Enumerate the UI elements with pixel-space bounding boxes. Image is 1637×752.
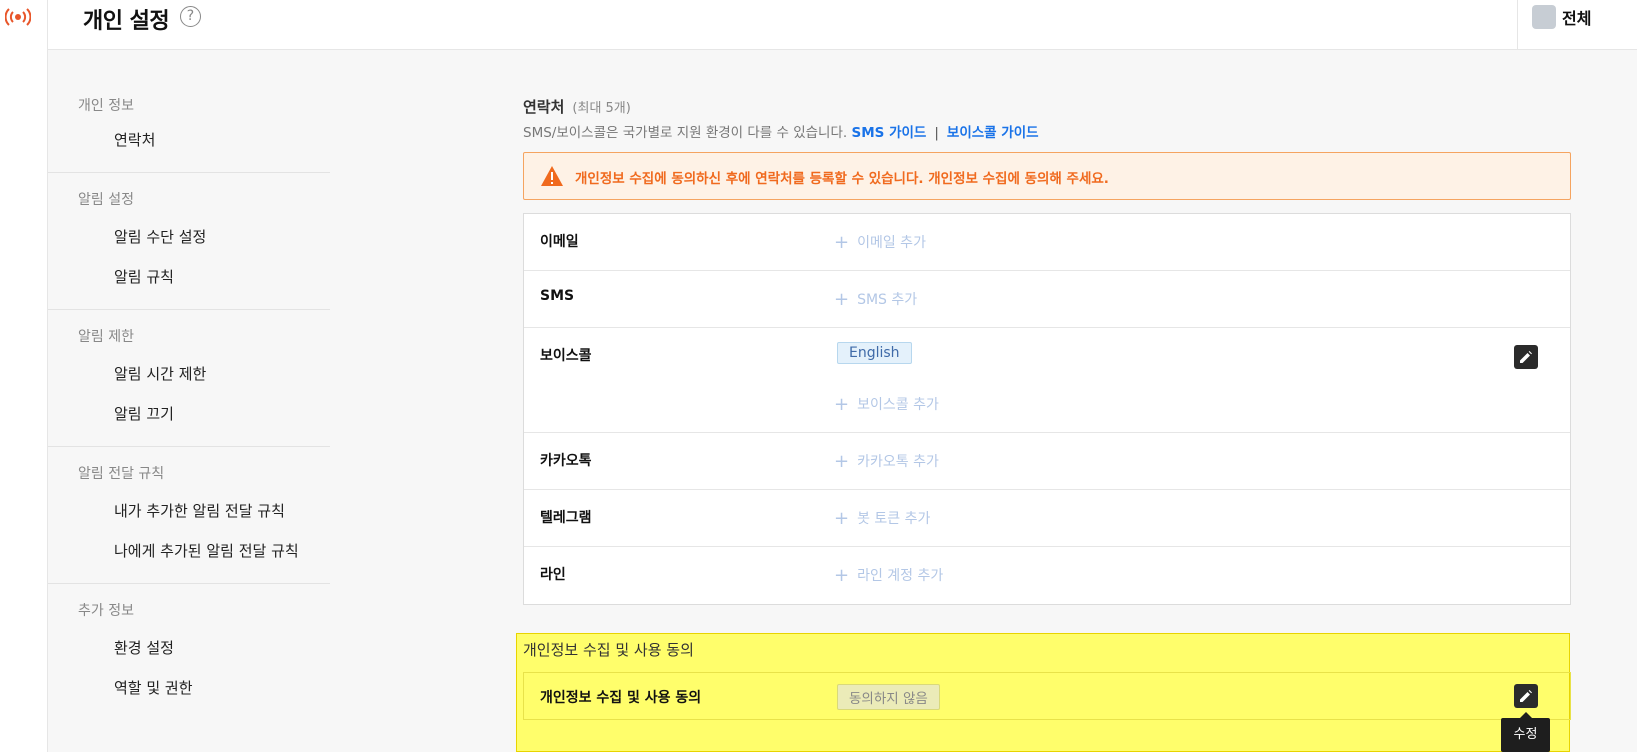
contacts-table: 이메일 + 이메일 추가 SMS + SMS 추가 보이스콜 English + 보이… [523, 213, 1571, 605]
row-label: 카카오톡 [540, 453, 592, 469]
settings-sidebar: 개인 정보 연락처 알림 설정 알림 수단 설정 알림 규칙 알림 제한 알림 … [48, 50, 330, 720]
sidebar-group-title: 추가 정보 [78, 603, 134, 619]
consent-section: 개인정보 수집 및 사용 동의 개인정보 수집 및 사용 동의 동의하지 않음 [516, 633, 1571, 752]
link-separator: | [934, 125, 939, 141]
row-label: SMS [540, 288, 575, 304]
sidebar-group-forward-rules: 알림 전달 규칙 내가 추가한 알림 전달 규칙 나에게 추가된 알림 전달 규… [48, 447, 330, 584]
contacts-limit: (최대 5개) [572, 101, 631, 116]
consent-section-title: 개인정보 수집 및 사용 동의 [523, 641, 694, 659]
consent-row: 개인정보 수집 및 사용 동의 동의하지 않음 [523, 672, 1571, 720]
page-title: 개인 설정 [83, 9, 170, 34]
row-label: 보이스콜 [540, 348, 592, 364]
sidebar-group-title: 알림 전달 규칙 [78, 466, 165, 482]
contact-row-line: 라인 + 라인 계정 추가 [524, 547, 1570, 604]
warning-text: 개인정보 수집에 동의하신 후에 연락처를 등록할 수 있습니다. 개인정보 수… [575, 171, 1109, 187]
plus-icon: + [834, 451, 850, 472]
sidebar-item-time-limit[interactable]: 알림 시간 제한 [48, 354, 330, 394]
contact-row-voice: 보이스콜 English + 보이스콜 추가 [524, 328, 1570, 433]
organization-icon [1532, 5, 1556, 29]
section-title: 연락처 (최대 5개) [523, 96, 1571, 117]
pencil-icon [1520, 351, 1532, 363]
sms-guide-link[interactable]: SMS 가이드 [852, 125, 927, 141]
plus-icon: + [834, 232, 850, 253]
add-sms-button[interactable]: + SMS 추가 [834, 289, 917, 310]
scope-selector[interactable]: 전체 [1517, 0, 1637, 50]
sidebar-item-my-forward-rules[interactable]: 내가 추가한 알림 전달 규칙 [48, 491, 330, 531]
edit-tooltip: 수정 [1501, 712, 1550, 752]
sidebar-item-forward-rules-to-me[interactable]: 나에게 추가된 알림 전달 규칙 [48, 531, 330, 571]
sidebar-group-personal-info: 개인 정보 연락처 [48, 50, 330, 173]
sidebar-item-contacts[interactable]: 연락처 [48, 120, 330, 160]
description-text: SMS/보이스콜은 국가별로 지원 환경이 다를 수 있습니다. [523, 125, 848, 141]
pencil-icon [1520, 690, 1532, 702]
add-bot-token-button[interactable]: + 봇 토큰 추가 [834, 508, 930, 529]
plus-icon: + [834, 508, 850, 529]
consent-row-label: 개인정보 수집 및 사용 동의 [540, 690, 702, 706]
consent-warning-banner: 개인정보 수집에 동의하신 후에 연락처를 등록할 수 있습니다. 개인정보 수… [523, 152, 1571, 200]
row-label: 이메일 [540, 234, 579, 250]
voice-language-tag: English [837, 342, 912, 364]
sidebar-item-notification-rules[interactable]: 알림 규칙 [48, 257, 330, 297]
sidebar-item-mute[interactable]: 알림 끄기 [48, 394, 330, 434]
edit-consent-button[interactable] [1514, 684, 1538, 708]
sidebar-item-roles-permissions[interactable]: 역할 및 권한 [48, 668, 330, 708]
add-label: 이메일 추가 [857, 235, 926, 251]
sidebar-group-title: 알림 설정 [78, 192, 134, 208]
row-label: 텔레그램 [540, 510, 592, 526]
contacts-description: SMS/보이스콜은 국가별로 지원 환경이 다를 수 있습니다. SMS 가이드… [523, 121, 1571, 141]
row-label: 라인 [540, 567, 566, 583]
sidebar-group-extra-info: 추가 정보 환경 설정 역할 및 권한 [48, 584, 330, 720]
scope-label: 전체 [1562, 9, 1592, 28]
contact-row-sms: SMS + SMS 추가 [524, 271, 1570, 328]
consent-status-badge: 동의하지 않음 [837, 684, 940, 710]
contact-row-email: 이메일 + 이메일 추가 [524, 214, 1570, 271]
voice-guide-link[interactable]: 보이스콜 가이드 [947, 125, 1039, 141]
sidebar-item-notification-methods[interactable]: 알림 수단 설정 [48, 217, 330, 257]
plus-icon: + [834, 565, 850, 586]
sidebar-item-preferences[interactable]: 환경 설정 [48, 628, 330, 668]
warning-icon [541, 166, 563, 186]
sidebar-group-title: 알림 제한 [78, 329, 134, 345]
add-label: 카카오톡 추가 [857, 454, 939, 470]
add-label: 봇 토큰 추가 [857, 511, 931, 527]
add-label: 보이스콜 추가 [857, 397, 939, 413]
page-header: 개인 설정 ? 전체 [48, 0, 1637, 50]
contacts-title: 연락처 [523, 98, 565, 116]
plus-icon: + [834, 289, 850, 310]
contact-row-kakaotalk: 카카오톡 + 카카오톡 추가 [524, 433, 1570, 490]
left-rail [0, 0, 48, 752]
sidebar-group-title: 개인 정보 [78, 98, 134, 114]
plus-icon: + [834, 394, 850, 415]
sidebar-group-notification-limits: 알림 제한 알림 시간 제한 알림 끄기 [48, 310, 330, 447]
help-icon[interactable]: ? [180, 6, 201, 27]
add-label: SMS 추가 [857, 292, 918, 308]
contacts-section: 연락처 (최대 5개) SMS/보이스콜은 국가별로 지원 환경이 다를 수 있습… [523, 96, 1571, 605]
add-voice-button[interactable]: + 보이스콜 추가 [834, 394, 939, 415]
sidebar-group-notification-settings: 알림 설정 알림 수단 설정 알림 규칙 [48, 173, 330, 310]
add-label: 라인 계정 추가 [857, 568, 944, 584]
add-line-button[interactable]: + 라인 계정 추가 [834, 565, 943, 586]
add-email-button[interactable]: + 이메일 추가 [834, 232, 926, 253]
broadcast-logo-icon[interactable] [5, 6, 31, 28]
edit-voice-button[interactable] [1514, 345, 1538, 369]
contact-row-telegram: 텔레그램 + 봇 토큰 추가 [524, 490, 1570, 547]
add-kakaotalk-button[interactable]: + 카카오톡 추가 [834, 451, 939, 472]
